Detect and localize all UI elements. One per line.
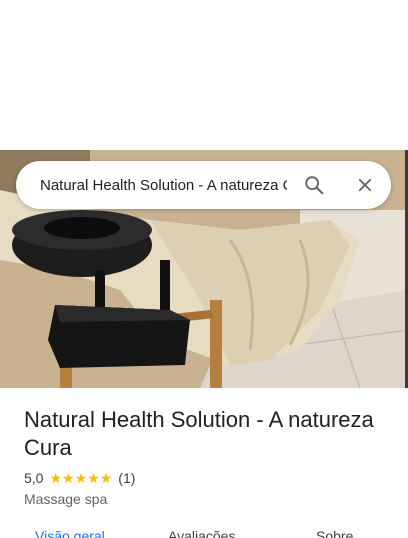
close-icon[interactable] (353, 173, 377, 197)
place-page: Natural Health Solution - A natureza Cur… (0, 0, 408, 538)
place-category[interactable]: Massage spa (24, 491, 107, 507)
tab-about[interactable]: Sobre (316, 528, 353, 538)
star-icon: ★ (87, 470, 100, 486)
star-icon: ★ (62, 470, 75, 486)
tab-overview[interactable]: Visão geral (35, 528, 105, 538)
search-bar[interactable]: Natural Health Solution - A natureza Cur… (16, 161, 391, 209)
star-icon: ★ (74, 470, 88, 486)
search-icon[interactable] (302, 173, 326, 197)
map-blank-area[interactable] (0, 0, 408, 150)
review-count[interactable]: (1) (118, 470, 135, 486)
tab-reviews[interactable]: Avaliações (168, 528, 235, 538)
rating-row[interactable]: 5,0 ★ ★ ★ ★ ★ (1) (24, 470, 135, 486)
search-input[interactable]: Natural Health Solution - A natureza Cur… (40, 177, 287, 194)
rating-stars: ★ ★ ★ ★ ★ (49, 471, 112, 485)
place-tabs: Visão geral Avaliações Sobre (0, 528, 408, 538)
rating-value: 5,0 (24, 470, 44, 486)
place-title: Natural Health Solution - A natureza Cur… (24, 407, 374, 460)
star-icon: ★ (99, 470, 113, 486)
star-icon: ★ (49, 470, 63, 486)
place-info-panel: Natural Health Solution - A natureza Cur… (0, 388, 408, 538)
